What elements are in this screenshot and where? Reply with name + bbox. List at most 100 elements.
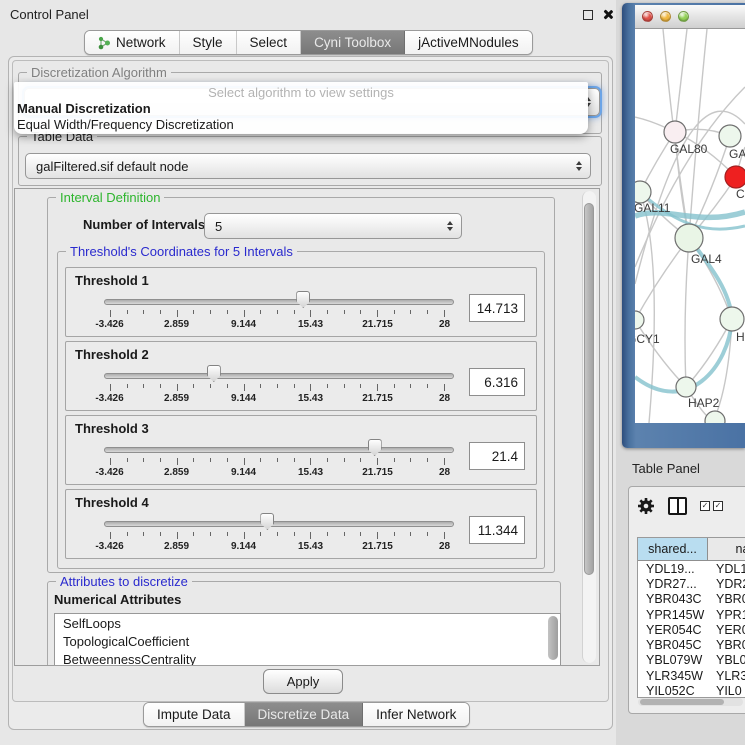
slider-thumb[interactable]: [207, 365, 221, 382]
float-icon[interactable]: [583, 10, 593, 20]
tab-label: Discretize Data: [258, 707, 350, 722]
table-row[interactable]: YLR345WYLR3: [638, 668, 745, 683]
threshold-value-field[interactable]: 6.316: [469, 368, 525, 396]
algorithm-dropdown-popup: Select algorithm to view settings Manual…: [14, 82, 588, 134]
numerical-attributes-heading: Numerical Attributes: [54, 592, 181, 607]
table-cell: YER0: [708, 623, 745, 637]
network-node-h[interactable]: [720, 307, 744, 331]
network-edge: [675, 29, 687, 132]
numerical-attributes-list[interactable]: SelfLoopsTopologicalCoefficientBetweenne…: [54, 613, 561, 666]
bottom-tab-bar: Impute Data Discretize Data Infer Network: [143, 702, 470, 727]
table-row[interactable]: YIL052CYIL0: [638, 683, 745, 698]
slider-thumb[interactable]: [296, 291, 310, 308]
tab-network[interactable]: Network: [85, 31, 180, 54]
network-window[interactable]: GAL80GACGAL11GAL4HGCY1HAP2: [622, 3, 745, 448]
tab-label: Cyni Toolbox: [314, 35, 391, 50]
network-node-c[interactable]: [725, 166, 745, 188]
table-row[interactable]: YBR045CYBR0: [638, 637, 745, 652]
select-columns-icon[interactable]: ✓ ✓: [700, 501, 723, 511]
settings-scrollbar[interactable]: [582, 191, 596, 663]
network-node-gal4[interactable]: [675, 224, 703, 252]
network-node-hap2[interactable]: [676, 377, 696, 397]
tab-discretize-data[interactable]: Discretize Data: [245, 703, 364, 726]
tab-label: Network: [116, 35, 166, 50]
column-header-shared-name[interactable]: shared...: [638, 538, 708, 560]
tab-cyni-toolbox[interactable]: Cyni Toolbox: [301, 31, 405, 54]
settings-scroll-pane: Interval Definition Number of Intervals …: [14, 188, 600, 666]
attribute-list-item[interactable]: TopologicalCoefficient: [55, 632, 560, 650]
tab-jactivemnodules[interactable]: jActiveMNodules: [405, 31, 532, 54]
network-node[interactable]: [705, 411, 725, 423]
node-table: shared... na YDL19...YDL1YDR27...YDR2YBR…: [637, 537, 745, 698]
table-cell: YLR3: [708, 669, 745, 683]
table-data-combobox-value: galFiltered.sif default node: [36, 159, 188, 174]
slider-thumb[interactable]: [260, 513, 274, 530]
bottom-tabs: Impute Data Discretize Data Infer Network: [143, 702, 470, 727]
threshold-value-field[interactable]: 11.344: [469, 516, 525, 544]
table-row[interactable]: YBR043CYBR0: [638, 592, 745, 607]
slider-ticks: [110, 458, 445, 465]
settings-scrollbar-thumb[interactable]: [584, 203, 594, 575]
column-header-name[interactable]: na: [708, 538, 745, 560]
zoom-traffic-light-icon[interactable]: [678, 11, 689, 22]
slider-tick-labels: -3.4262.8599.14415.4321.71528: [76, 319, 479, 330]
apply-button[interactable]: Apply: [263, 669, 343, 694]
top-tabs: Network StyleSelect Cyni Toolbox jActiveMNo…: [84, 30, 533, 55]
gear-icon[interactable]: [637, 497, 655, 515]
table-row[interactable]: YDR27...YDR2: [638, 576, 745, 591]
network-canvas[interactable]: GAL80GACGAL11GAL4HGCY1HAP2: [635, 29, 745, 423]
interval-definition-label: Interval Definition: [56, 190, 164, 205]
slider-track[interactable]: [104, 299, 454, 305]
slider-track[interactable]: [104, 447, 454, 453]
split-columns-icon[interactable]: [668, 497, 687, 515]
number-of-intervals-value: 5: [215, 219, 222, 234]
table-horizontal-scrollbar-thumb[interactable]: [640, 699, 724, 705]
tab-style[interactable]: Style: [180, 31, 237, 54]
close-icon[interactable]: [602, 9, 613, 20]
table-horizontal-scrollbar[interactable]: [638, 698, 743, 706]
table-row[interactable]: YDL19...YDL1: [638, 561, 745, 576]
tab-impute-data[interactable]: Impute Data: [144, 703, 245, 726]
screen: Control Panel NetworkStyleSelectCyni Too…: [0, 0, 745, 745]
tab-label: jActiveMNodules: [418, 35, 519, 50]
network-node-gal11[interactable]: [635, 181, 651, 203]
network-icon: [98, 36, 111, 50]
network-node-label: GAL4: [691, 252, 722, 266]
combo-stepper-icon: [576, 161, 582, 171]
tab-label: Infer Network: [376, 707, 456, 722]
slider-tick-labels: -3.4262.8599.14415.4321.71528: [76, 541, 479, 552]
table-cell: YIL0: [708, 684, 745, 698]
slider-thumb[interactable]: [368, 439, 382, 456]
dropdown-option-equal-width[interactable]: Equal Width/Frequency Discretization: [17, 117, 234, 132]
table-row[interactable]: YBL079WYBL0: [638, 653, 745, 668]
threshold-value-field[interactable]: 14.713: [469, 294, 525, 322]
table-row[interactable]: YER054CYER0: [638, 622, 745, 637]
table-row[interactable]: YPR145WYPR1: [638, 607, 745, 622]
table-cell: YLR345W: [638, 669, 708, 683]
thresholds-group-label: Threshold's Coordinates for 5 Intervals: [66, 244, 297, 259]
table-cell: YBL0: [708, 653, 745, 667]
slider-track[interactable]: [104, 373, 454, 379]
tab-infer-network[interactable]: Infer Network: [363, 703, 469, 726]
threshold-label: Threshold 1: [75, 273, 149, 288]
network-node-gcy1[interactable]: [635, 311, 644, 329]
close-traffic-light-icon[interactable]: [642, 11, 653, 22]
dropdown-option-manual[interactable]: Manual Discretization: [17, 101, 151, 116]
attribute-list-item[interactable]: SelfLoops: [55, 614, 560, 632]
network-node-gal80[interactable]: [664, 121, 686, 143]
slider-ticks: [110, 310, 445, 317]
number-of-intervals-combobox[interactable]: 5: [204, 213, 462, 239]
network-edge: [689, 29, 707, 238]
attribute-list-item[interactable]: BetweennessCentrality: [55, 650, 560, 666]
tab-select[interactable]: Select: [237, 31, 302, 54]
slider-track[interactable]: [104, 521, 454, 527]
network-node-ga[interactable]: [719, 125, 741, 147]
list-scrollbar[interactable]: [548, 616, 558, 660]
table-cell: YDR27...: [638, 577, 708, 591]
slider-tick-labels: -3.4262.8599.14415.4321.71528: [76, 393, 479, 404]
table-data-combobox[interactable]: galFiltered.sif default node: [25, 153, 591, 179]
minimize-traffic-light-icon[interactable]: [660, 11, 671, 22]
table-panel: ✓ ✓ shared... na YDL19...YDL1YDR27...YDR…: [628, 486, 745, 714]
table-cell: YPR145W: [638, 608, 708, 622]
threshold-value-field[interactable]: 21.4: [469, 442, 525, 470]
